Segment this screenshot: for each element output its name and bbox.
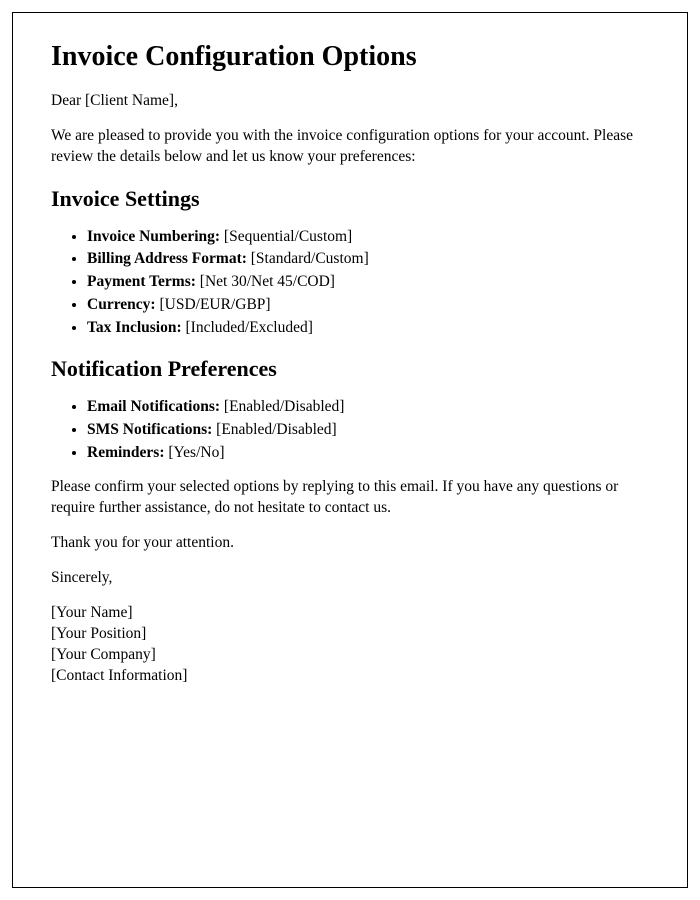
signature-name: [Your Name] <box>51 603 649 624</box>
item-label: Currency: <box>87 296 156 313</box>
item-label: Billing Address Format: <box>87 250 247 267</box>
item-value: [Enabled/Disabled] <box>212 421 336 438</box>
item-value: [Enabled/Disabled] <box>220 398 344 415</box>
page-title: Invoice Configuration Options <box>51 41 649 73</box>
greeting-line: Dear [Client Name], <box>51 91 649 112</box>
invoice-settings-list: Invoice Numbering: [Sequential/Custom] B… <box>87 226 649 338</box>
list-item: Payment Terms: [Net 30/Net 45/COD] <box>87 271 649 293</box>
section-heading-notification-preferences: Notification Preferences <box>51 356 649 382</box>
notification-preferences-list: Email Notifications: [Enabled/Disabled] … <box>87 396 649 463</box>
list-item: Email Notifications: [Enabled/Disabled] <box>87 396 649 418</box>
document-page: Invoice Configuration Options Dear [Clie… <box>12 12 688 888</box>
signature-contact: [Contact Information] <box>51 666 649 687</box>
closing-paragraph-1: Please confirm your selected options by … <box>51 477 649 519</box>
list-item: Reminders: [Yes/No] <box>87 442 649 464</box>
intro-paragraph: We are pleased to provide you with the i… <box>51 126 649 168</box>
signature-block: [Your Name] [Your Position] [Your Compan… <box>51 603 649 687</box>
item-label: Tax Inclusion: <box>87 319 182 336</box>
list-item: SMS Notifications: [Enabled/Disabled] <box>87 419 649 441</box>
item-label: Payment Terms: <box>87 273 196 290</box>
section-heading-invoice-settings: Invoice Settings <box>51 186 649 212</box>
list-item: Billing Address Format: [Standard/Custom… <box>87 248 649 270</box>
item-label: Email Notifications: <box>87 398 220 415</box>
item-label: SMS Notifications: <box>87 421 212 438</box>
list-item: Invoice Numbering: [Sequential/Custom] <box>87 226 649 248</box>
item-value: [Yes/No] <box>165 444 225 461</box>
item-value: [Sequential/Custom] <box>220 228 352 245</box>
item-label: Reminders: <box>87 444 165 461</box>
signoff-line: Sincerely, <box>51 568 649 589</box>
item-value: [USD/EUR/GBP] <box>156 296 271 313</box>
list-item: Currency: [USD/EUR/GBP] <box>87 294 649 316</box>
signature-position: [Your Position] <box>51 624 649 645</box>
item-value: [Net 30/Net 45/COD] <box>196 273 335 290</box>
item-label: Invoice Numbering: <box>87 228 220 245</box>
list-item: Tax Inclusion: [Included/Excluded] <box>87 317 649 339</box>
closing-paragraph-2: Thank you for your attention. <box>51 533 649 554</box>
item-value: [Standard/Custom] <box>247 250 369 267</box>
item-value: [Included/Excluded] <box>182 319 313 336</box>
signature-company: [Your Company] <box>51 645 649 666</box>
